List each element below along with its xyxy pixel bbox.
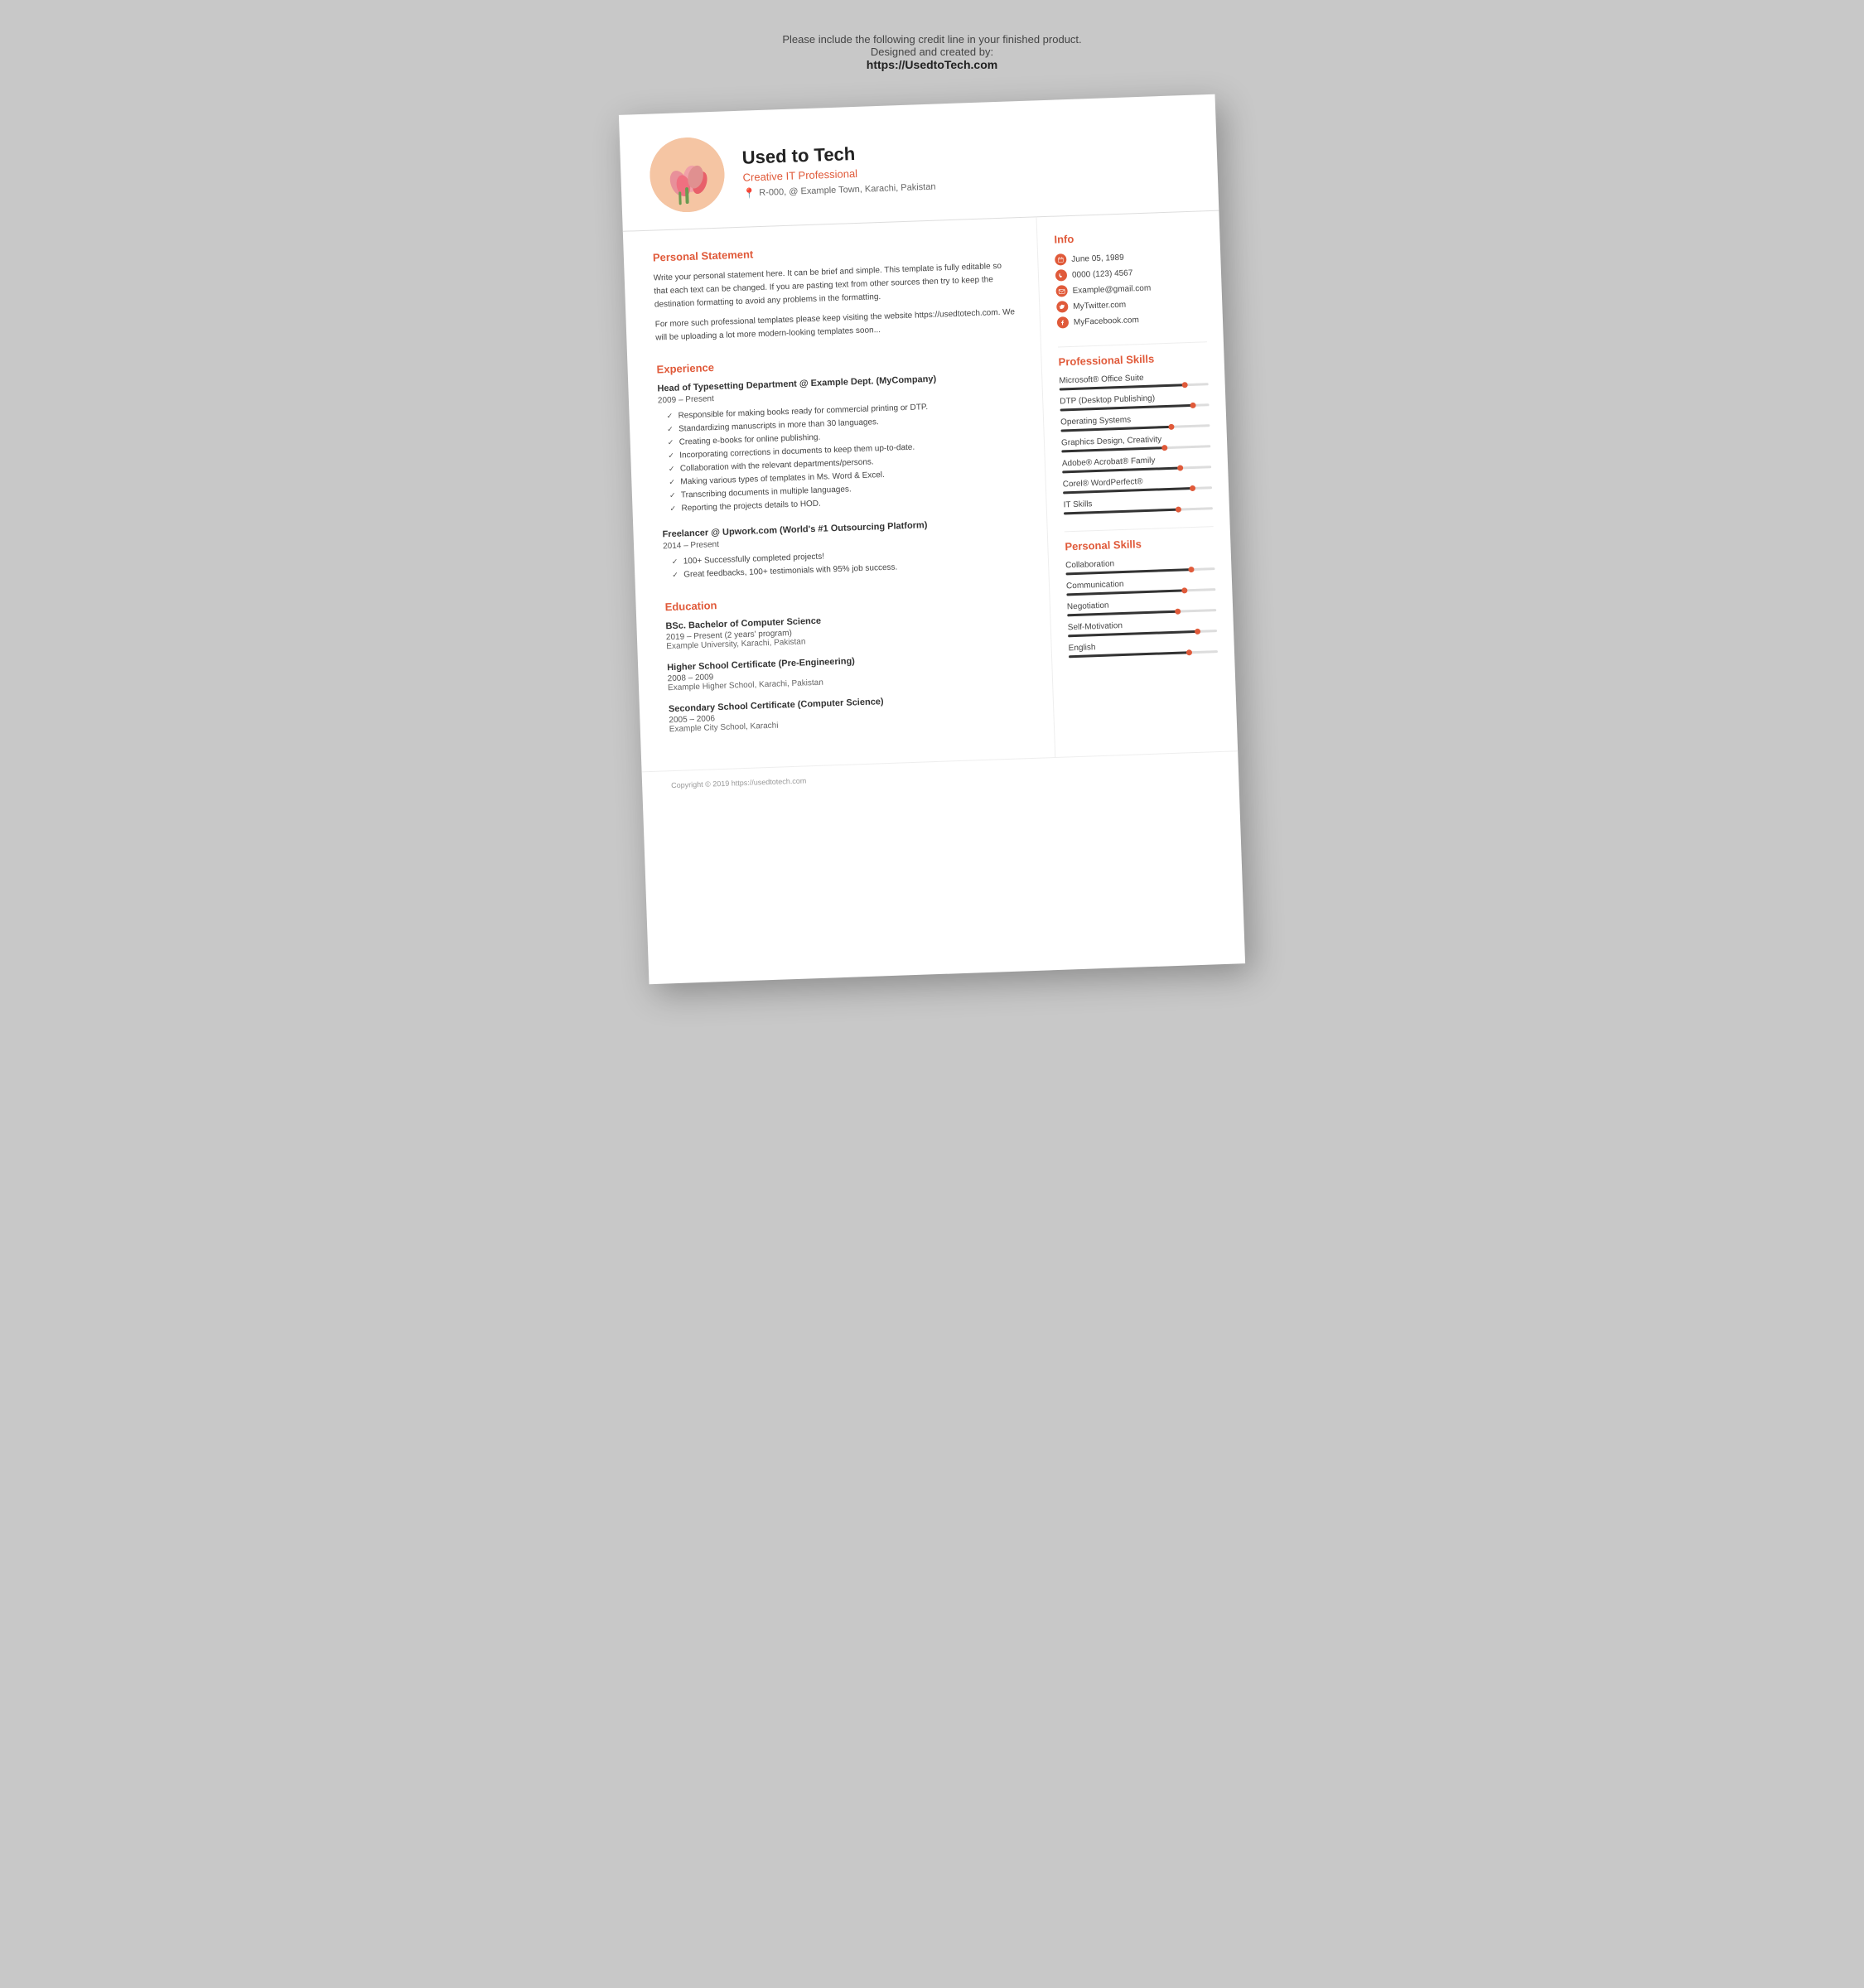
skill-item: Adobe® Acrobat® Family [1062,454,1211,473]
skill-bar-dot [1181,382,1187,388]
person-address: 📍 R-000, @ Example Town, Karachi, Pakist… [743,181,936,199]
skill-bar-dot [1186,649,1192,655]
skill-item: Self-Motivation [1068,618,1217,637]
skill-bar-fill [1061,446,1166,452]
skill-bar-fill [1064,509,1180,515]
calendar-icon [1055,253,1066,265]
edu-3: Secondary School Certificate (Computer S… [669,692,1033,734]
credit-line2: Designed and created by: [782,46,1081,58]
job-1: Head of Typesetting Department @ Example… [657,371,1025,516]
skill-item: English [1069,639,1218,658]
skill-bar-fill [1060,426,1172,432]
skill-item: Communication [1066,577,1215,596]
skill-bar-dot [1190,485,1195,491]
email-icon [1055,285,1067,297]
job-1-duties: Responsible for making books ready for c… [658,398,1025,516]
twitter-icon [1056,301,1068,312]
skill-bar-dot [1168,424,1174,430]
phone-icon [1055,269,1067,281]
info-dob: June 05, 1989 [1055,248,1204,265]
info-twitter: MyTwitter.com [1056,296,1205,312]
left-column: Personal Statement Write your personal s… [623,217,1055,771]
professional-skills-list: Microsoft® Office Suite DTP (Desktop Pub… [1059,371,1213,514]
skill-bar-dot [1188,567,1194,572]
personal-skills-list: Collaboration Communication Negotiation … [1065,556,1218,658]
skill-item: Corel® WordPerfect® [1063,475,1212,494]
credit-section: Please include the following credit line… [782,33,1081,71]
divider [1058,341,1207,347]
skill-bar-fill [1067,610,1179,617]
experience-section: Experience Head of Typesetting Departmen… [656,350,1027,582]
resume-header: Used to Tech Creative IT Professional 📍 … [619,94,1219,232]
avatar [649,137,726,214]
personal-skills-title: Personal Skills [1065,535,1214,552]
personal-statement-title: Personal Statement [653,239,1017,263]
info-email: Example@gmail.com [1055,280,1205,297]
skill-bar-dot [1190,403,1195,408]
skill-item: Microsoft® Office Suite [1059,371,1208,390]
skill-bar-dot [1175,609,1181,615]
skill-bar-dot [1176,506,1181,512]
footer-text: Copyright © 2019 https://usedtotech.com [671,776,806,789]
skill-item: DTP (Desktop Publishing) [1060,392,1209,411]
skill-bar-dot [1161,445,1167,451]
professional-skills-section: Professional Skills Microsoft® Office Su… [1058,350,1213,514]
right-column: Info June 05, 1989 0000 (123) 4567 [1037,211,1239,757]
skill-item: Negotiation [1067,597,1216,616]
personal-skills-section: Personal Skills Collaboration Communicat… [1065,535,1218,658]
experience-title: Experience [656,350,1020,375]
skill-item: Graphics Design, Creativity [1061,433,1210,452]
info-facebook: MyFacebook.com [1057,311,1206,328]
education-title: Education [664,588,1028,613]
skill-bar-dot [1177,465,1183,470]
education-section: Education BSc. Bachelor of Computer Scie… [664,588,1032,734]
skill-item: IT Skills [1063,495,1212,514]
skill-item: Operating Systems [1060,413,1210,432]
facebook-icon [1057,316,1069,328]
credit-link: https://UsedtoTech.com [782,58,1081,71]
resume-body: Personal Statement Write your personal s… [623,211,1238,772]
personal-statement-section: Personal Statement Write your personal s… [653,239,1020,345]
info-title: Info [1054,228,1203,245]
skill-bar-dot [1195,629,1200,635]
skill-bar-dot [1181,587,1187,593]
professional-skills-title: Professional Skills [1058,350,1207,368]
credit-line1: Please include the following credit line… [782,33,1081,46]
info-phone: 0000 (123) 4567 [1055,264,1205,281]
job-2: Freelancer @ Upwork.com (World's #1 Outs… [662,517,1027,582]
personal-statement-para1: Write your personal statement here. It c… [654,259,1018,311]
edu-1: BSc. Bachelor of Computer Science 2019 –… [665,609,1030,651]
personal-statement-para2: For more such professional templates ple… [654,306,1019,345]
info-section: Info June 05, 1989 0000 (123) 4567 [1054,228,1206,328]
divider2 [1065,526,1214,532]
resume-document: Used to Tech Creative IT Professional 📍 … [619,94,1245,984]
location-icon: 📍 [743,187,756,200]
person-name: Used to Tech [741,140,934,168]
job-2-duties: 100+ Successfully completed projects! Gr… [664,543,1028,582]
skill-item: Collaboration [1065,556,1214,575]
header-info: Used to Tech Creative IT Professional 📍 … [741,140,935,199]
edu-2: Higher School Certificate (Pre-Engineeri… [667,650,1031,692]
